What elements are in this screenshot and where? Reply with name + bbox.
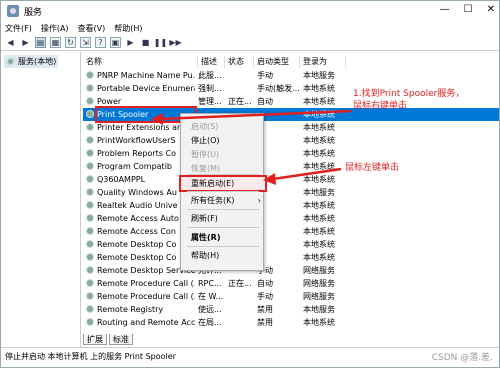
- status-bar: 停止并启动 本地计算机 上的服务 Print Spooler: [1, 347, 499, 367]
- services-window: 服务 — ☐ ✕ 文件(F) 操作(A) 查看(V) 帮助(H) ◀ ▶ ▤ ▦…: [0, 0, 500, 368]
- arrow-to-print-spooler: [160, 109, 352, 121]
- arrow-head-1: [151, 113, 163, 125]
- view-tabs: 扩展 标准: [83, 334, 133, 345]
- annotation-arrows: [151, 109, 352, 185]
- arrow-to-restart: [272, 167, 342, 181]
- tab-standard[interactable]: 标准: [109, 334, 133, 345]
- arrow-head-2: [263, 173, 276, 185]
- watermark: CSDN @落.差.: [431, 353, 493, 363]
- tab-extended[interactable]: 扩展: [83, 334, 107, 345]
